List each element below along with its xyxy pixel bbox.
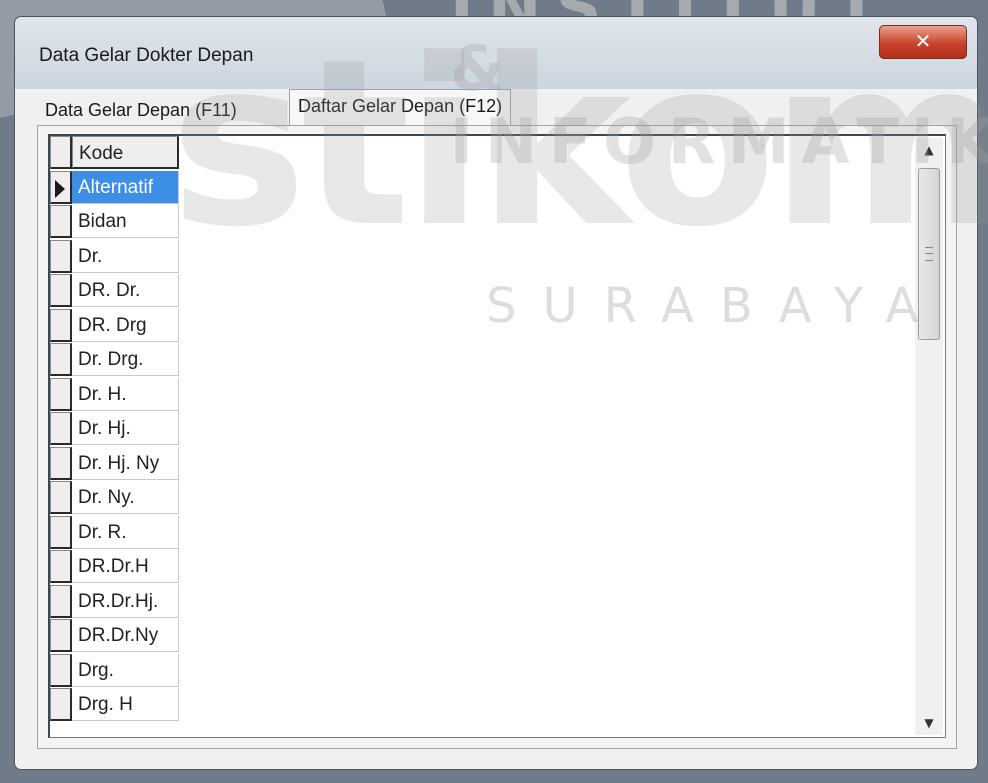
- row-indicator[interactable]: [50, 481, 72, 514]
- grid-cell-kode[interactable]: Dr. Drg.: [72, 343, 179, 376]
- scroll-down-icon[interactable]: ▼: [915, 711, 943, 735]
- row-indicator[interactable]: [50, 446, 72, 480]
- row-indicator[interactable]: [50, 412, 72, 445]
- title-bar: Data Gelar Dokter Depan ✕: [15, 17, 977, 89]
- row-indicator[interactable]: [50, 515, 72, 549]
- grid-cell-kode[interactable]: Dr. Hj. Ny: [72, 446, 179, 480]
- close-button[interactable]: ✕: [879, 25, 967, 59]
- current-row-arrow-icon: [55, 179, 65, 198]
- grid-cell-kode[interactable]: Dr. Hj.: [72, 412, 179, 445]
- grid-cell-kode[interactable]: DR. Dr.: [72, 274, 179, 307]
- row-indicator[interactable]: [50, 274, 72, 307]
- row-indicator[interactable]: [50, 619, 72, 652]
- row-indicator[interactable]: [50, 377, 72, 411]
- row-indicator[interactable]: [50, 308, 72, 342]
- row-indicator[interactable]: [50, 584, 72, 618]
- dialog-body: Data Gelar Depan (F11) Daftar Gelar Depa…: [23, 89, 969, 761]
- tab-daftar-gelar-depan[interactable]: Daftar Gelar Depan (F12): [289, 89, 512, 126]
- grid-cell-kode[interactable]: Dr. R.: [72, 515, 179, 549]
- row-indicator-header: [50, 136, 72, 169]
- data-grid: Kode Alternatif Bidan Dr. DR. Dr. DR. Drg Dr.…: [48, 134, 946, 738]
- row-indicator[interactable]: [50, 550, 72, 583]
- row-indicator[interactable]: [50, 688, 72, 721]
- window-title: Data Gelar Dokter Depan: [39, 45, 254, 66]
- dialog-window: Data Gelar Dokter Depan ✕ Data Gelar Dep…: [14, 16, 978, 770]
- grid-cell-kode[interactable]: DR. Drg: [72, 308, 179, 342]
- row-indicator[interactable]: [50, 343, 72, 376]
- grid-cell-kode[interactable]: Dr.: [72, 239, 179, 273]
- grid-cell-kode[interactable]: Bidan: [72, 205, 179, 238]
- grid-cell-kode[interactable]: DR.Dr.H: [72, 550, 179, 583]
- grid-cell-kode[interactable]: Drg. H: [72, 688, 179, 721]
- close-icon: ✕: [914, 29, 932, 53]
- column-header-kode[interactable]: Kode: [72, 136, 179, 169]
- tab-data-gelar-depan[interactable]: Data Gelar Depan (F11): [37, 95, 245, 125]
- vertical-scrollbar[interactable]: ▲ ▼: [915, 138, 943, 735]
- row-indicator[interactable]: [50, 170, 72, 204]
- grid-cell-kode[interactable]: Dr. H.: [72, 377, 179, 411]
- grid-cell-kode[interactable]: DR.Dr.Ny: [72, 619, 179, 652]
- scroll-up-icon[interactable]: ▲: [915, 138, 943, 162]
- row-indicator[interactable]: [50, 205, 72, 238]
- grid-cell-kode[interactable]: Drg.: [72, 653, 179, 687]
- grip-icon: [925, 247, 933, 261]
- scroll-thumb[interactable]: [918, 168, 940, 340]
- grid-cell-kode[interactable]: Dr. Ny.: [72, 481, 179, 514]
- grid-cell-kode[interactable]: Alternatif: [72, 170, 179, 204]
- row-indicator[interactable]: [50, 239, 72, 273]
- row-indicator[interactable]: [50, 653, 72, 687]
- grid-cell-kode[interactable]: DR.Dr.Hj.: [72, 584, 179, 618]
- tab-panel: Kode Alternatif Bidan Dr. DR. Dr. DR. Drg Dr.…: [37, 125, 957, 749]
